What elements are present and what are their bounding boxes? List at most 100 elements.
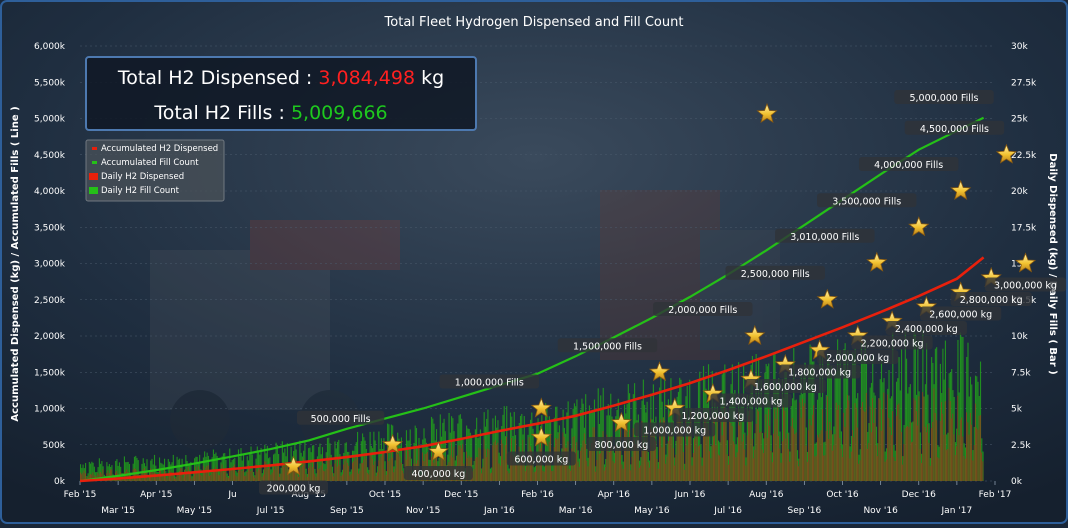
daily-dispensed-bar xyxy=(174,478,175,481)
y-right-tick-label: 10k xyxy=(1011,332,1028,342)
daily-dispensed-bar xyxy=(365,458,367,481)
daily-dispensed-bar xyxy=(320,465,322,481)
daily-dispensed-bar xyxy=(745,465,747,481)
summary-dispensed-label: Total H2 Dispensed : xyxy=(117,67,319,89)
daily-dispensed-bar xyxy=(265,461,267,481)
daily-dispensed-bar xyxy=(266,466,268,481)
legend-label: Accumulated H2 Dispensed xyxy=(101,144,218,154)
daily-dispensed-bar xyxy=(334,463,336,481)
daily-dispensed-bar xyxy=(491,472,492,481)
daily-dispensed-bar xyxy=(473,468,475,481)
daily-dispensed-bar xyxy=(684,469,685,481)
daily-dispensed-bar xyxy=(690,412,692,481)
daily-dispensed-bar xyxy=(872,398,873,481)
daily-dispensed-bar xyxy=(974,403,976,481)
y-left-tick-label: 2,000k xyxy=(34,332,66,342)
daily-dispensed-bar xyxy=(283,466,284,481)
milestone-label-text: 600,000 kg xyxy=(514,455,568,466)
daily-dispensed-bar xyxy=(649,467,650,481)
daily-dispensed-bar xyxy=(311,467,313,481)
daily-dispensed-bar xyxy=(972,460,974,481)
daily-dispensed-bar xyxy=(325,468,327,481)
daily-dispensed-bar xyxy=(730,422,732,481)
milestone-label-text: 2,400,000 kg xyxy=(895,324,958,335)
daily-dispensed-bar xyxy=(785,438,787,481)
milestone-dispensed: 800,000 kg xyxy=(586,437,656,451)
daily-dispensed-bar xyxy=(963,455,965,481)
daily-dispensed-bar xyxy=(795,432,797,481)
daily-dispensed-bar xyxy=(582,440,584,481)
daily-dispensed-bar xyxy=(168,470,170,481)
legend-item-daily-dispensed[interactable]: Daily H2 Dispensed xyxy=(89,172,184,182)
daily-dispensed-bar xyxy=(740,419,742,481)
daily-dispensed-bar xyxy=(195,466,197,481)
daily-dispensed-bar xyxy=(382,452,383,481)
daily-dispensed-bar xyxy=(226,476,228,481)
daily-dispensed-bar xyxy=(734,444,736,481)
legend-item-accumulated-dispensed[interactable]: Accumulated H2 Dispensed xyxy=(92,144,218,154)
daily-dispensed-bar xyxy=(804,403,806,481)
daily-dispensed-bar xyxy=(944,401,946,481)
daily-dispensed-bar xyxy=(691,465,693,481)
daily-dispensed-bar xyxy=(285,466,287,481)
daily-dispensed-bar xyxy=(209,475,210,481)
daily-dispensed-bar xyxy=(865,392,867,481)
legend-item-daily-fills[interactable]: Daily H2 Fill Count xyxy=(89,186,180,196)
daily-dispensed-bar xyxy=(860,406,862,481)
daily-dispensed-bar xyxy=(888,417,890,481)
daily-dispensed-bar xyxy=(215,466,217,481)
y-right-tick-label: 0k xyxy=(1011,477,1023,487)
x-tick-label: Jan '17 xyxy=(941,506,973,516)
daily-dispensed-bar xyxy=(315,476,317,481)
daily-dispensed-bar xyxy=(560,464,561,481)
y-left-tick-label: 6,000k xyxy=(34,42,66,52)
daily-dispensed-bar xyxy=(978,415,980,481)
daily-dispensed-bar xyxy=(919,448,921,481)
daily-dispensed-bar xyxy=(373,465,375,481)
milestone-dispensed: 1,600,000 kg xyxy=(744,379,826,393)
daily-dispensed-bar xyxy=(729,421,731,481)
x-tick-label: Jul '15 xyxy=(256,506,285,516)
daily-dispensed-bar xyxy=(349,475,351,481)
daily-dispensed-bar xyxy=(832,450,833,481)
daily-dispensed-bar xyxy=(207,465,209,481)
daily-dispensed-bar xyxy=(674,465,675,481)
milestone-fills: 2,000,000 Fills xyxy=(653,302,753,316)
daily-dispensed-bar xyxy=(756,409,758,481)
daily-dispensed-bar xyxy=(613,463,615,481)
daily-dispensed-bar xyxy=(783,405,784,481)
daily-dispensed-bar xyxy=(385,475,387,481)
milestone-dispensed: 1,800,000 kg xyxy=(779,364,861,379)
daily-dispensed-bar xyxy=(926,432,927,481)
daily-dispensed-bar xyxy=(357,456,358,481)
x-tick-label: Mar '16 xyxy=(559,506,593,516)
daily-dispensed-bar xyxy=(842,457,843,481)
daily-dispensed-bar xyxy=(932,421,934,481)
daily-dispensed-bar xyxy=(791,418,793,481)
daily-dispensed-bar xyxy=(517,464,519,481)
daily-dispensed-bar xyxy=(728,464,729,481)
daily-dispensed-bar xyxy=(224,471,225,481)
daily-dispensed-bar xyxy=(694,439,695,481)
chart-title: Total Fleet Hydrogen Dispensed and Fill … xyxy=(384,15,684,30)
daily-dispensed-bar xyxy=(393,472,395,481)
milestone-fills: 3,500,000 Fills xyxy=(817,193,917,208)
daily-dispensed-bar xyxy=(398,453,400,481)
y-left-tick-label: 3,000k xyxy=(34,260,66,270)
daily-dispensed-bar xyxy=(790,426,792,481)
daily-dispensed-bar xyxy=(829,422,831,481)
daily-dispensed-bar xyxy=(331,472,333,481)
milestone-label-text: 400,000 kg xyxy=(411,469,465,480)
daily-dispensed-bar xyxy=(710,458,712,481)
daily-dispensed-bar xyxy=(379,457,381,481)
daily-dispensed-bar xyxy=(956,446,957,481)
daily-dispensed-bar xyxy=(234,464,235,481)
legend-marker-red-bar xyxy=(89,173,98,180)
summary-fills-label: Total H2 Fills : xyxy=(153,102,291,124)
daily-dispensed-bar xyxy=(399,456,401,481)
daily-dispensed-bar xyxy=(378,460,380,481)
daily-dispensed-bar xyxy=(805,445,807,481)
legend-item-accumulated-fills[interactable]: Accumulated Fill Count xyxy=(92,158,199,168)
daily-dispensed-bar xyxy=(868,443,870,481)
daily-dispensed-bar xyxy=(289,474,291,481)
